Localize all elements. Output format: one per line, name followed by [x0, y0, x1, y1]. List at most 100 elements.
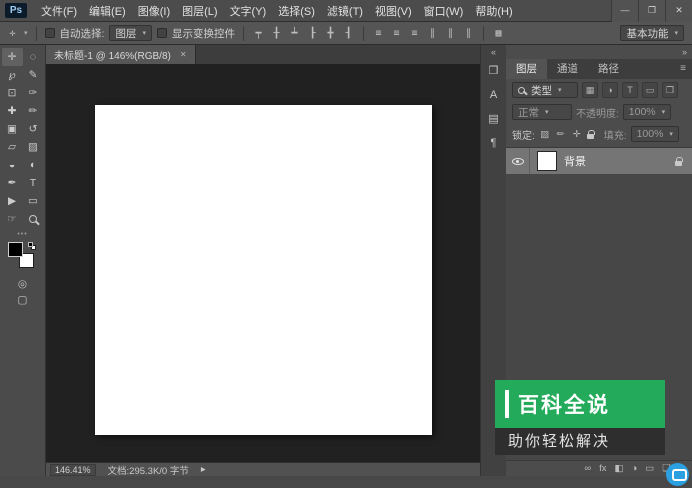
- distribute-top-edges-icon[interactable]: ≡: [372, 28, 385, 39]
- default-colors-icon[interactable]: [27, 242, 38, 252]
- auto-align-layers-icon[interactable]: ▦: [492, 28, 505, 39]
- healing-brush-tool[interactable]: ✚: [2, 102, 23, 120]
- layer-thumbnail[interactable]: [537, 151, 557, 171]
- filter-smart-objects-icon[interactable]: ❐: [662, 82, 678, 98]
- menu-image[interactable]: 图像(I): [132, 3, 176, 19]
- align-right-edges-icon[interactable]: ┨: [342, 28, 355, 39]
- auto-select-checkbox[interactable]: [44, 28, 55, 38]
- lock-image-pixels-icon[interactable]: ✏: [555, 129, 567, 140]
- layer-style-icon[interactable]: fx: [599, 463, 606, 474]
- dodge-tool[interactable]: ◐: [23, 156, 44, 174]
- show-transform-checkbox[interactable]: [156, 28, 167, 38]
- window-controls: — ❐ ✕: [611, 0, 692, 22]
- menu-window[interactable]: 窗口(W): [418, 3, 470, 19]
- screen-mode-button[interactable]: ▢: [12, 292, 33, 308]
- align-vertical-centers-icon[interactable]: ╂: [270, 28, 283, 39]
- tab-close-icon[interactable]: ✕: [180, 50, 187, 59]
- opacity-dropdown[interactable]: 100% ▾: [622, 104, 672, 120]
- collapse-panels-icon[interactable]: »: [682, 47, 687, 57]
- fill-value: 100%: [636, 128, 664, 140]
- distribute-left-edges-icon[interactable]: ∥: [426, 28, 439, 39]
- maximize-button[interactable]: ❐: [638, 0, 665, 22]
- close-button[interactable]: ✕: [665, 0, 692, 22]
- menu-layer[interactable]: 图层(L): [176, 3, 223, 19]
- zoom-icon: [29, 215, 37, 223]
- distribute-horizontal-centers-icon[interactable]: ∥: [444, 28, 457, 39]
- quick-selection-tool[interactable]: ✎: [23, 66, 44, 84]
- filter-type-layers-icon[interactable]: T: [622, 82, 638, 98]
- align-bottom-edges-icon[interactable]: ┷: [288, 28, 301, 39]
- distribute-bottom-edges-icon[interactable]: ≡: [408, 28, 421, 39]
- document-tab[interactable]: 未标题-1 @ 146%(RGB/8) ✕: [46, 45, 196, 64]
- menu-file[interactable]: 文件(F): [35, 3, 83, 19]
- tab-paths[interactable]: 路径: [588, 59, 629, 79]
- align-left-edges-icon[interactable]: ┠: [306, 28, 319, 39]
- panel-menu-icon[interactable]: ≡: [674, 59, 692, 79]
- status-bar: 146.41% 文档:295.3K/0 字节 ▸: [46, 462, 480, 477]
- align-top-edges-icon[interactable]: ┯: [252, 28, 265, 39]
- path-selection-tool[interactable]: ▶: [2, 192, 23, 210]
- layer-row-background[interactable]: 背景: [506, 148, 692, 174]
- lock-all-icon[interactable]: [586, 129, 595, 139]
- new-group-icon[interactable]: ▭: [645, 463, 654, 474]
- layer-filter-dropdown[interactable]: 类型 ▾: [512, 82, 578, 98]
- tab-layers[interactable]: 图层: [506, 59, 547, 79]
- blend-mode-value: 正常: [518, 106, 539, 119]
- blur-tool[interactable]: ◒: [2, 156, 23, 174]
- expand-panels-icon[interactable]: «: [491, 47, 496, 57]
- blend-mode-dropdown[interactable]: 正常 ▾: [512, 104, 572, 120]
- menu-edit[interactable]: 编辑(E): [83, 3, 132, 19]
- type-tool[interactable]: T: [23, 174, 44, 192]
- document-canvas[interactable]: [95, 105, 432, 435]
- pen-tool[interactable]: ✒: [2, 174, 23, 192]
- link-layers-icon[interactable]: ∞: [584, 463, 591, 474]
- lasso-tool[interactable]: ℘: [2, 66, 23, 84]
- visibility-toggle[interactable]: [506, 148, 530, 174]
- menu-help[interactable]: 帮助(H): [469, 3, 518, 19]
- show-transform-label: 显示变换控件: [171, 27, 235, 40]
- menu-select[interactable]: 选择(S): [272, 3, 321, 19]
- clone-stamp-tool[interactable]: ▣: [2, 120, 23, 138]
- tab-channels[interactable]: 通道: [547, 59, 588, 79]
- minimize-button[interactable]: —: [611, 0, 638, 22]
- distribute-vertical-centers-icon[interactable]: ≡: [390, 28, 403, 39]
- lock-transparent-pixels-icon[interactable]: ▨: [539, 129, 551, 140]
- menu-type[interactable]: 文字(Y): [224, 3, 273, 19]
- new-adjustment-layer-icon[interactable]: ◑: [632, 463, 638, 474]
- gradient-tool[interactable]: ▨: [23, 138, 44, 156]
- auto-select-dropdown[interactable]: 图层 ▾: [109, 25, 152, 41]
- filter-shape-layers-icon[interactable]: ▭: [642, 82, 658, 98]
- filter-pixel-layers-icon[interactable]: ▦: [582, 82, 598, 98]
- hand-tool[interactable]: ☞: [2, 210, 23, 228]
- history-panel-icon[interactable]: ❐: [483, 61, 505, 81]
- character-panel-icon[interactable]: A: [483, 85, 505, 105]
- zoom-tool[interactable]: [23, 210, 44, 228]
- separator: [242, 25, 244, 41]
- shape-tool[interactable]: ▭: [23, 192, 44, 210]
- lock-position-icon[interactable]: ✛: [571, 129, 583, 140]
- align-horizontal-centers-icon[interactable]: ╋: [324, 28, 337, 39]
- color-panel-icon[interactable]: ▤: [483, 109, 505, 129]
- eraser-tool[interactable]: ▱: [2, 138, 23, 156]
- eyedropper-tool[interactable]: ✑: [23, 84, 44, 102]
- fill-dropdown[interactable]: 100% ▾: [630, 126, 679, 142]
- add-layer-mask-icon[interactable]: ◧: [615, 463, 624, 474]
- quick-mask-mode-button[interactable]: ◎: [12, 276, 33, 292]
- filter-adjustment-layers-icon[interactable]: ◑: [602, 82, 618, 98]
- brush-tool[interactable]: ✏: [23, 102, 44, 120]
- zoom-level-field[interactable]: 146.41%: [50, 463, 96, 476]
- tool-preset-caret-icon[interactable]: ▾: [24, 29, 28, 37]
- menu-filter[interactable]: 滤镜(T): [321, 3, 369, 19]
- marquee-tool[interactable]: ◌: [23, 48, 44, 66]
- paragraph-panel-icon[interactable]: ¶: [483, 133, 505, 153]
- move-tool[interactable]: ✛: [1, 48, 23, 66]
- history-brush-tool[interactable]: ↺: [23, 120, 44, 138]
- workspace-switcher[interactable]: 基本功能 ▾: [620, 25, 684, 41]
- status-chevron-icon[interactable]: ▸: [201, 464, 206, 475]
- distribute-right-edges-icon[interactable]: ∥: [462, 28, 475, 39]
- more-tools-icon[interactable]: •••: [17, 231, 27, 238]
- menu-view[interactable]: 视图(V): [369, 3, 418, 19]
- foreground-color-swatch[interactable]: [7, 242, 23, 257]
- crop-tool[interactable]: ⊡: [2, 84, 23, 102]
- canvas-area[interactable]: [46, 64, 480, 462]
